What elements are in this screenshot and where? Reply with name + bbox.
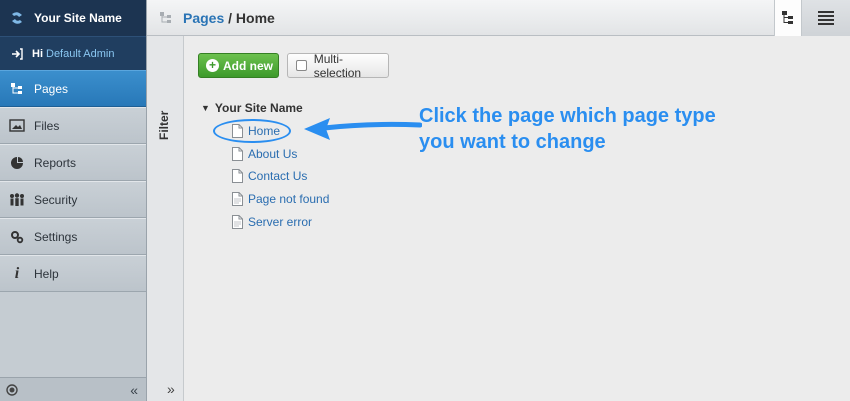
info-icon: i — [14, 264, 20, 282]
list-view-icon — [818, 11, 834, 25]
annotation-text: Click the page which page type you want … — [419, 103, 799, 155]
collapse-sidebar-button[interactable]: « — [130, 382, 138, 398]
tree-item-label: Contact Us — [248, 169, 308, 183]
sidebar-item-label: Settings — [34, 229, 78, 244]
sidebar: Your Site Name Hi Default Admin Pages Fi… — [0, 0, 147, 401]
list-view-button[interactable] — [801, 0, 850, 36]
highlight-ellipse — [213, 119, 291, 143]
error-page-icon — [232, 192, 243, 206]
page-icon — [232, 147, 243, 161]
pages-tree-icon — [9, 81, 25, 97]
sidebar-item-label: Security — [34, 192, 78, 207]
collapse-caret-icon[interactable]: ▼ — [201, 103, 210, 113]
tree-root-label: Your Site Name — [214, 101, 303, 115]
sidebar-item-pages[interactable]: Pages — [0, 70, 146, 107]
expand-filter-button[interactable]: » — [167, 381, 175, 397]
tree-item-label: About Us — [248, 147, 298, 161]
tree-item-server-error[interactable]: Server error — [232, 213, 312, 231]
tree-root[interactable]: ▼ Your Site Name — [201, 101, 303, 115]
tree-view-button[interactable] — [774, 0, 801, 36]
top-header: Pages / Home — [147, 0, 850, 36]
page-icon — [232, 169, 243, 183]
breadcrumb: Pages / Home — [183, 10, 275, 26]
breadcrumb-current: Home — [235, 10, 275, 26]
error-page-icon — [232, 215, 243, 229]
sidebar-item-label: Files — [34, 118, 60, 133]
annotation-line-2: you want to change — [419, 131, 606, 153]
add-new-label: Add new — [223, 58, 273, 73]
gears-icon — [9, 229, 25, 245]
tree-view-icon — [782, 11, 793, 24]
checkbox-icon[interactable] — [296, 60, 307, 71]
filter-label: Filter — [157, 110, 171, 140]
user-bar[interactable]: Hi Default Admin — [0, 36, 146, 70]
status-indicator-icon[interactable] — [6, 383, 18, 396]
tree-item-about-us[interactable]: About Us — [232, 145, 297, 163]
sidebar-item-files[interactable]: Files — [0, 107, 146, 144]
sidebar-item-security[interactable]: Security — [0, 181, 146, 218]
plus-icon: + — [206, 59, 219, 72]
site-name: Your Site Name — [34, 11, 122, 25]
sidebar-item-help[interactable]: i Help — [0, 255, 146, 292]
sidebar-footer: « — [0, 377, 146, 401]
tree-item-page-not-found[interactable]: Page not found — [232, 190, 329, 208]
site-logo-icon — [12, 12, 22, 24]
site-brand[interactable]: Your Site Name — [0, 0, 146, 36]
breadcrumb-separator: / — [224, 10, 236, 26]
sidebar-item-label: Reports — [34, 155, 77, 170]
main-content: + Add new Multi-selection ▼ Your Site Na… — [184, 37, 850, 401]
sidebar-item-settings[interactable]: Settings — [0, 218, 146, 255]
logout-icon[interactable] — [11, 47, 23, 60]
tree-item-label: Page not found — [248, 192, 330, 206]
multi-selection-button[interactable]: Multi-selection — [287, 51, 389, 80]
multi-selection-label: Multi-selection — [313, 51, 362, 80]
annotation-line-1: Click the page which page type — [419, 105, 716, 127]
pie-chart-icon — [9, 155, 25, 171]
users-icon — [9, 192, 25, 208]
user-name-link[interactable]: Default Admin — [46, 48, 114, 60]
user-greeting: Hi — [32, 47, 43, 60]
image-icon — [9, 118, 25, 134]
sidebar-item-label: Help — [34, 266, 59, 281]
tree-item-label: Server error — [248, 215, 313, 229]
filter-panel[interactable]: Filter » — [147, 36, 184, 401]
breadcrumb-pages-link[interactable]: Pages — [183, 10, 224, 26]
annotation-arrow-icon — [304, 118, 422, 140]
sidebar-item-label: Pages — [34, 81, 69, 96]
pages-tree-icon — [160, 12, 171, 23]
tree-item-contact-us[interactable]: Contact Us — [232, 167, 307, 185]
sidebar-item-reports[interactable]: Reports — [0, 144, 146, 181]
add-new-button[interactable]: + Add new — [198, 53, 279, 78]
